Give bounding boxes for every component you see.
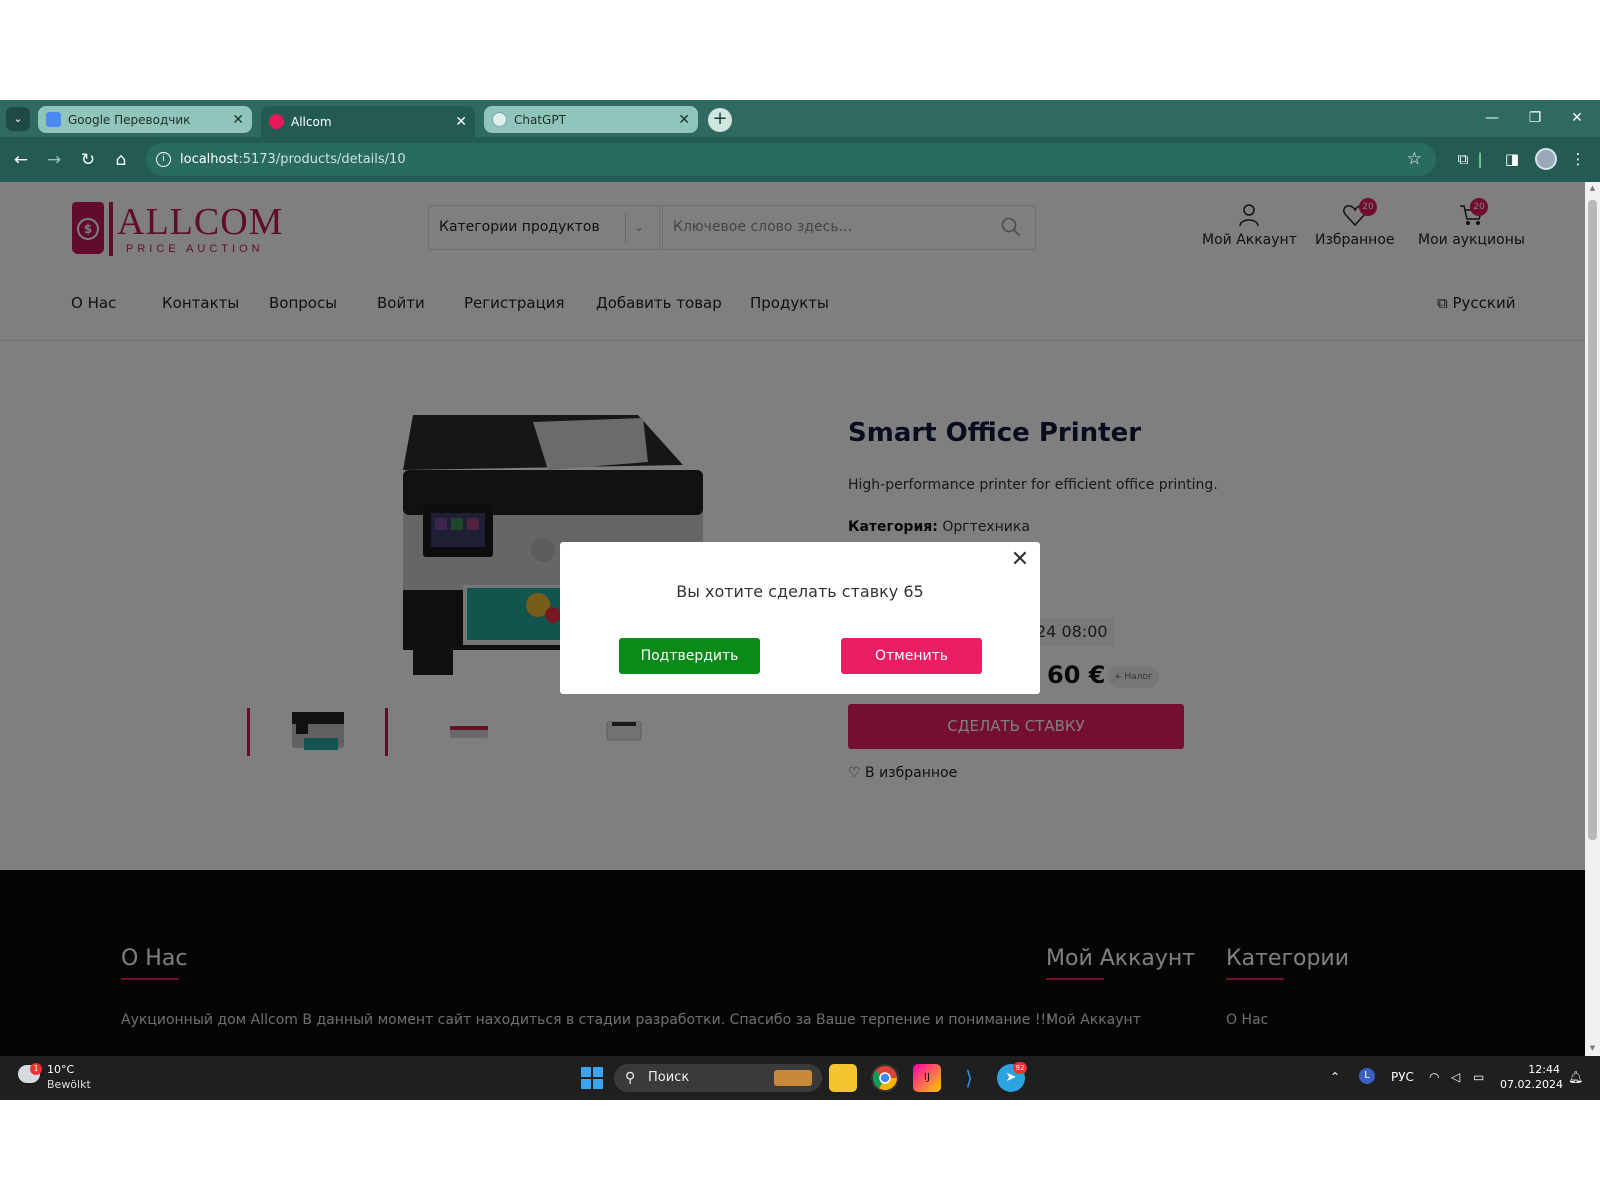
cancel-button[interactable]: Отменить [841, 638, 982, 674]
notification-bell-icon[interactable]: 🔔︎ [1568, 1070, 1583, 1084]
url-host: localhost [180, 152, 239, 167]
new-tab-button[interactable]: + [708, 108, 732, 132]
confirm-button[interactable]: Подтвердить [619, 638, 760, 674]
tab-title: Google Переводчик [68, 112, 191, 127]
profile-avatar[interactable] [1535, 148, 1557, 170]
home-icon[interactable]: ⌂ [108, 147, 134, 173]
battery-icon[interactable]: ▭ [1473, 1070, 1484, 1084]
windows-start-icon[interactable] [581, 1067, 603, 1089]
volume-icon[interactable]: ◁ [1451, 1070, 1460, 1084]
search-icon: ⚲ [625, 1070, 636, 1086]
scroll-down-icon[interactable]: ▼ [1588, 1044, 1597, 1052]
page-viewport: $ ALLCOM PRICE AUCTION Категории продукт… [0, 182, 1585, 1056]
allcom-favicon-icon [269, 114, 284, 129]
page-scrollbar[interactable]: ▲ ▼ [1585, 182, 1600, 1056]
close-icon[interactable]: ✕ [1010, 549, 1030, 571]
back-icon[interactable]: ← [8, 147, 34, 173]
google-translate-icon [46, 112, 61, 127]
search-highlight-icon [774, 1070, 812, 1086]
input-language[interactable]: РУС [1391, 1070, 1414, 1084]
tab-search-button[interactable]: ⌄ [6, 107, 30, 131]
reload-icon[interactable]: ↻ [75, 147, 101, 173]
close-icon[interactable]: ✕ [455, 114, 467, 130]
telegram-badge: 92 [1013, 1062, 1027, 1074]
more-menu-icon[interactable]: ⋮ [1567, 148, 1589, 170]
taskbar-search[interactable]: ⚲ Поиск [614, 1064, 822, 1092]
clock-time: 12:44 [1528, 1063, 1560, 1076]
close-window-icon[interactable]: ✕ [1557, 104, 1597, 132]
toolbar-divider: | [1477, 150, 1483, 168]
tab-title: Allcom [291, 114, 332, 129]
side-panel-icon[interactable]: ◨ [1501, 148, 1523, 170]
chevron-up-icon[interactable]: ⌃ [1330, 1070, 1340, 1084]
tab-google-translate[interactable]: Google Переводчик ✕ [38, 106, 252, 133]
windows-taskbar: 1 10°C Bewölkt ⚲ Поиск IJ ⟩ ➤ 92 ⌃ L РУС… [0, 1056, 1600, 1100]
system-clock[interactable]: 12:44 07.02.2024 [1500, 1062, 1563, 1092]
app-tray-icon[interactable]: L [1359, 1068, 1375, 1084]
weather-badge: 1 [30, 1063, 42, 1075]
url-bar[interactable]: i localhost:5173/products/details/10 ☆ [146, 143, 1436, 176]
wifi-icon[interactable]: ◠ [1429, 1070, 1439, 1084]
close-icon[interactable]: ✕ [232, 112, 244, 128]
restore-icon[interactable]: ❐ [1515, 104, 1555, 132]
clock-date: 07.02.2024 [1500, 1078, 1563, 1091]
taskbar-search-label: Поиск [648, 1070, 690, 1085]
minimize-icon[interactable]: — [1472, 104, 1512, 132]
tab-title: ChatGPT [514, 112, 566, 127]
tab-allcom[interactable]: Allcom ✕ [261, 106, 475, 137]
chrome-icon[interactable] [871, 1064, 899, 1092]
browser-tab-bar: ⌄ Google Переводчик ✕ Allcom ✕ ChatGPT ✕… [0, 100, 1600, 137]
bookmark-star-icon[interactable]: ☆ [1407, 143, 1422, 176]
tab-chatgpt[interactable]: ChatGPT ✕ [484, 106, 698, 133]
scrollbar-thumb[interactable] [1588, 200, 1597, 840]
site-info-icon[interactable]: i [156, 152, 171, 167]
close-icon[interactable]: ✕ [678, 112, 690, 128]
chatgpt-icon [492, 112, 507, 127]
weather-description[interactable]: Bewölkt [47, 1078, 91, 1091]
extensions-icon[interactable]: ⧉ [1452, 148, 1474, 170]
confirm-bid-dialog: ✕ Вы хотите сделать ставку 65 Подтвердит… [560, 542, 1040, 694]
browser-toolbar: ← → ↻ ⌂ i localhost:5173/products/detail… [0, 137, 1600, 182]
weather-temperature[interactable]: 10°C [47, 1063, 74, 1076]
dialog-message: Вы хотите сделать ставку 65 [676, 582, 924, 601]
forward-icon[interactable]: → [41, 147, 67, 173]
file-explorer-icon[interactable] [829, 1064, 857, 1092]
url-path: :5173/products/details/10 [238, 152, 406, 167]
screen: ⌄ Google Переводчик ✕ Allcom ✕ ChatGPT ✕… [0, 100, 1600, 1100]
scroll-up-icon[interactable]: ▲ [1588, 184, 1597, 192]
vscode-icon[interactable]: ⟩ [955, 1064, 983, 1092]
intellij-icon[interactable]: IJ [913, 1064, 941, 1092]
